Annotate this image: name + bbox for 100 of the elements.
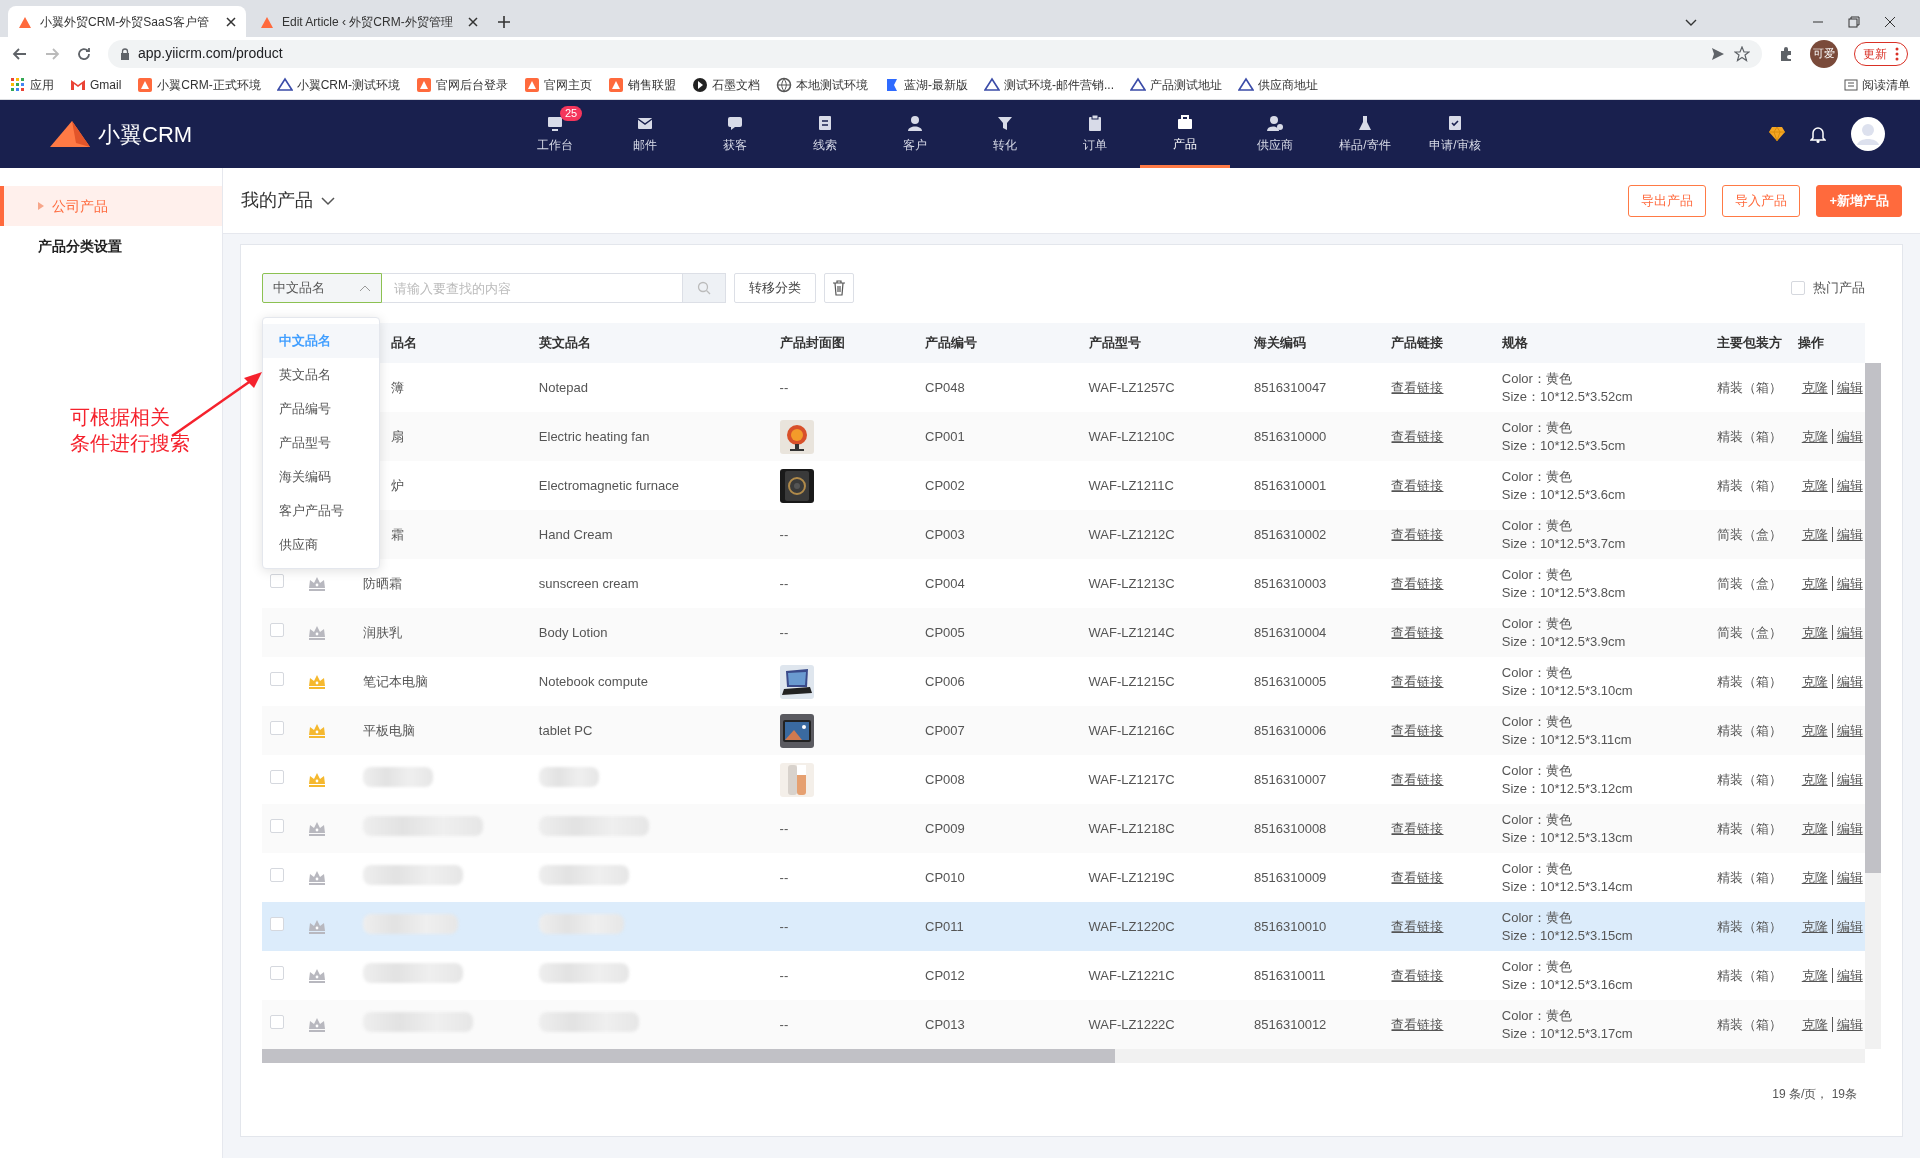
bookmark[interactable]: 官网主页 bbox=[524, 75, 592, 94]
checkbox[interactable] bbox=[270, 720, 284, 735]
dropdown-option[interactable]: 产品型号 bbox=[263, 426, 379, 460]
sidebar-item[interactable]: 产品分类设置 bbox=[0, 226, 222, 266]
checkbox[interactable] bbox=[270, 916, 284, 931]
checkbox[interactable] bbox=[1791, 281, 1805, 295]
clone-link[interactable]: 克隆 bbox=[1797, 918, 1832, 934]
bookmark[interactable]: 官网后台登录 bbox=[416, 75, 508, 94]
bell-icon[interactable] bbox=[1810, 125, 1826, 143]
clone-link[interactable]: 克隆 bbox=[1797, 771, 1832, 787]
dropdown-option[interactable]: 英文品名 bbox=[263, 358, 379, 392]
crown-icon[interactable] bbox=[308, 919, 327, 936]
bookmark[interactable]: 供应商地址 bbox=[1238, 75, 1318, 94]
crown-icon[interactable] bbox=[308, 821, 327, 838]
crown-icon[interactable] bbox=[308, 576, 327, 593]
bookmark[interactable]: 应用 bbox=[10, 75, 54, 94]
delete-button[interactable] bbox=[824, 273, 854, 303]
page-title-dropdown[interactable]: 我的产品 bbox=[241, 187, 335, 214]
checkbox[interactable] bbox=[270, 573, 284, 588]
dropdown-option[interactable]: 海关编码 bbox=[263, 460, 379, 494]
clone-link[interactable]: 克隆 bbox=[1797, 477, 1832, 493]
crown-icon[interactable] bbox=[308, 625, 327, 642]
checkbox[interactable] bbox=[270, 622, 284, 637]
view-link[interactable]: 查看链接 bbox=[1391, 477, 1444, 493]
clone-link[interactable]: 克隆 bbox=[1797, 967, 1832, 983]
clone-link[interactable]: 克隆 bbox=[1797, 526, 1832, 542]
crown-icon[interactable] bbox=[308, 1017, 327, 1034]
bookmark[interactable]: 本地测试环境 bbox=[776, 75, 868, 94]
nav-tab[interactable]: 转化 bbox=[960, 100, 1050, 168]
view-link[interactable]: 查看链接 bbox=[1391, 575, 1444, 591]
checkbox[interactable] bbox=[270, 1014, 284, 1029]
checkbox[interactable] bbox=[270, 965, 284, 980]
browser-tab[interactable]: 小翼外贸CRM-外贸SaaS客户管 bbox=[8, 6, 246, 37]
dropdown-option[interactable]: 产品编号 bbox=[263, 392, 379, 426]
crown-icon[interactable] bbox=[308, 870, 327, 887]
horizontal-scrollbar[interactable] bbox=[262, 1049, 1865, 1063]
avatar[interactable] bbox=[1850, 116, 1886, 152]
crown-icon[interactable] bbox=[308, 674, 327, 691]
view-link[interactable]: 查看链接 bbox=[1391, 526, 1444, 542]
view-link[interactable]: 查看链接 bbox=[1391, 722, 1444, 738]
dropdown-option[interactable]: 供应商 bbox=[263, 528, 379, 562]
nav-tab[interactable]: 供应商 bbox=[1230, 100, 1320, 168]
crown-icon[interactable] bbox=[308, 723, 327, 740]
close-icon[interactable] bbox=[226, 16, 236, 27]
crown-icon[interactable] bbox=[308, 772, 327, 789]
view-link[interactable]: 查看链接 bbox=[1391, 967, 1444, 983]
crown-icon[interactable] bbox=[308, 968, 327, 985]
restore-icon[interactable] bbox=[1848, 15, 1860, 28]
profile-avatar[interactable]: 可爱 bbox=[1810, 39, 1838, 68]
clone-link[interactable]: 克隆 bbox=[1797, 722, 1832, 738]
nav-tab[interactable]: 线索 bbox=[780, 100, 870, 168]
field-select[interactable]: 中文品名 bbox=[262, 273, 382, 303]
bookmark[interactable]: Gmail bbox=[70, 75, 122, 94]
reading-list[interactable]: 阅读清单 bbox=[1844, 75, 1910, 94]
bookmark[interactable]: 销售联盟 bbox=[608, 75, 676, 94]
checkbox[interactable] bbox=[270, 671, 284, 686]
clone-link[interactable]: 克隆 bbox=[1797, 624, 1832, 640]
bookmark[interactable]: 石墨文档 bbox=[692, 75, 760, 94]
clone-link[interactable]: 克隆 bbox=[1797, 575, 1832, 591]
nav-tab[interactable]: 获客 bbox=[690, 100, 780, 168]
bookmark[interactable]: 小翼CRM-正式环境 bbox=[137, 75, 261, 94]
clone-link[interactable]: 克隆 bbox=[1797, 869, 1832, 885]
bookmark[interactable]: 测试环境-邮件营销... bbox=[984, 75, 1114, 94]
bookmark[interactable]: 小翼CRM-测试环境 bbox=[276, 75, 400, 94]
clone-link[interactable]: 克隆 bbox=[1797, 428, 1832, 444]
clone-link[interactable]: 克隆 bbox=[1797, 820, 1832, 836]
view-link[interactable]: 查看链接 bbox=[1391, 771, 1444, 787]
send-icon[interactable] bbox=[1710, 45, 1726, 62]
star-icon[interactable] bbox=[1734, 45, 1750, 62]
clone-link[interactable]: 克隆 bbox=[1797, 1016, 1832, 1032]
nav-tab[interactable]: 客户 bbox=[870, 100, 960, 168]
checkbox[interactable] bbox=[270, 867, 284, 882]
vertical-scrollbar[interactable] bbox=[1865, 363, 1881, 1049]
view-link[interactable]: 查看链接 bbox=[1391, 624, 1444, 640]
browser-tab[interactable]: Edit Article ‹ 外贸CRM-外贸管理 bbox=[250, 6, 488, 37]
back-icon[interactable] bbox=[12, 45, 28, 62]
view-link[interactable]: 查看链接 bbox=[1391, 673, 1444, 689]
close-icon[interactable] bbox=[1884, 15, 1896, 28]
nav-tab[interactable]: 工作台 25 bbox=[510, 100, 600, 168]
bookmark[interactable]: 产品测试地址 bbox=[1130, 75, 1222, 94]
nav-tab[interactable]: 申请/审核 bbox=[1410, 100, 1500, 168]
reload-icon[interactable] bbox=[76, 45, 92, 62]
search-field[interactable]: 请输入要查找的内容 bbox=[382, 273, 682, 303]
nav-tab[interactable]: 订单 bbox=[1050, 100, 1140, 168]
view-link[interactable]: 查看链接 bbox=[1391, 428, 1444, 444]
view-link[interactable]: 查看链接 bbox=[1391, 1016, 1444, 1032]
checkbox[interactable] bbox=[270, 818, 284, 833]
nav-tab[interactable]: 样品/寄件 bbox=[1320, 100, 1410, 168]
checkbox[interactable] bbox=[270, 769, 284, 784]
view-link[interactable]: 查看链接 bbox=[1391, 918, 1444, 934]
address-bar[interactable]: app.yiicrm.com/product bbox=[108, 39, 1762, 68]
forward-icon[interactable] bbox=[44, 45, 60, 62]
diamond-icon[interactable] bbox=[1768, 126, 1786, 142]
puzzle-icon[interactable] bbox=[1778, 45, 1794, 62]
close-icon[interactable] bbox=[468, 16, 478, 27]
move-category-button[interactable]: 转移分类 bbox=[734, 273, 816, 303]
clone-link[interactable]: 克隆 bbox=[1797, 379, 1832, 395]
update-button[interactable]: 更新 bbox=[1854, 41, 1908, 66]
search-icon[interactable] bbox=[697, 281, 711, 295]
clone-link[interactable]: 克隆 bbox=[1797, 673, 1832, 689]
